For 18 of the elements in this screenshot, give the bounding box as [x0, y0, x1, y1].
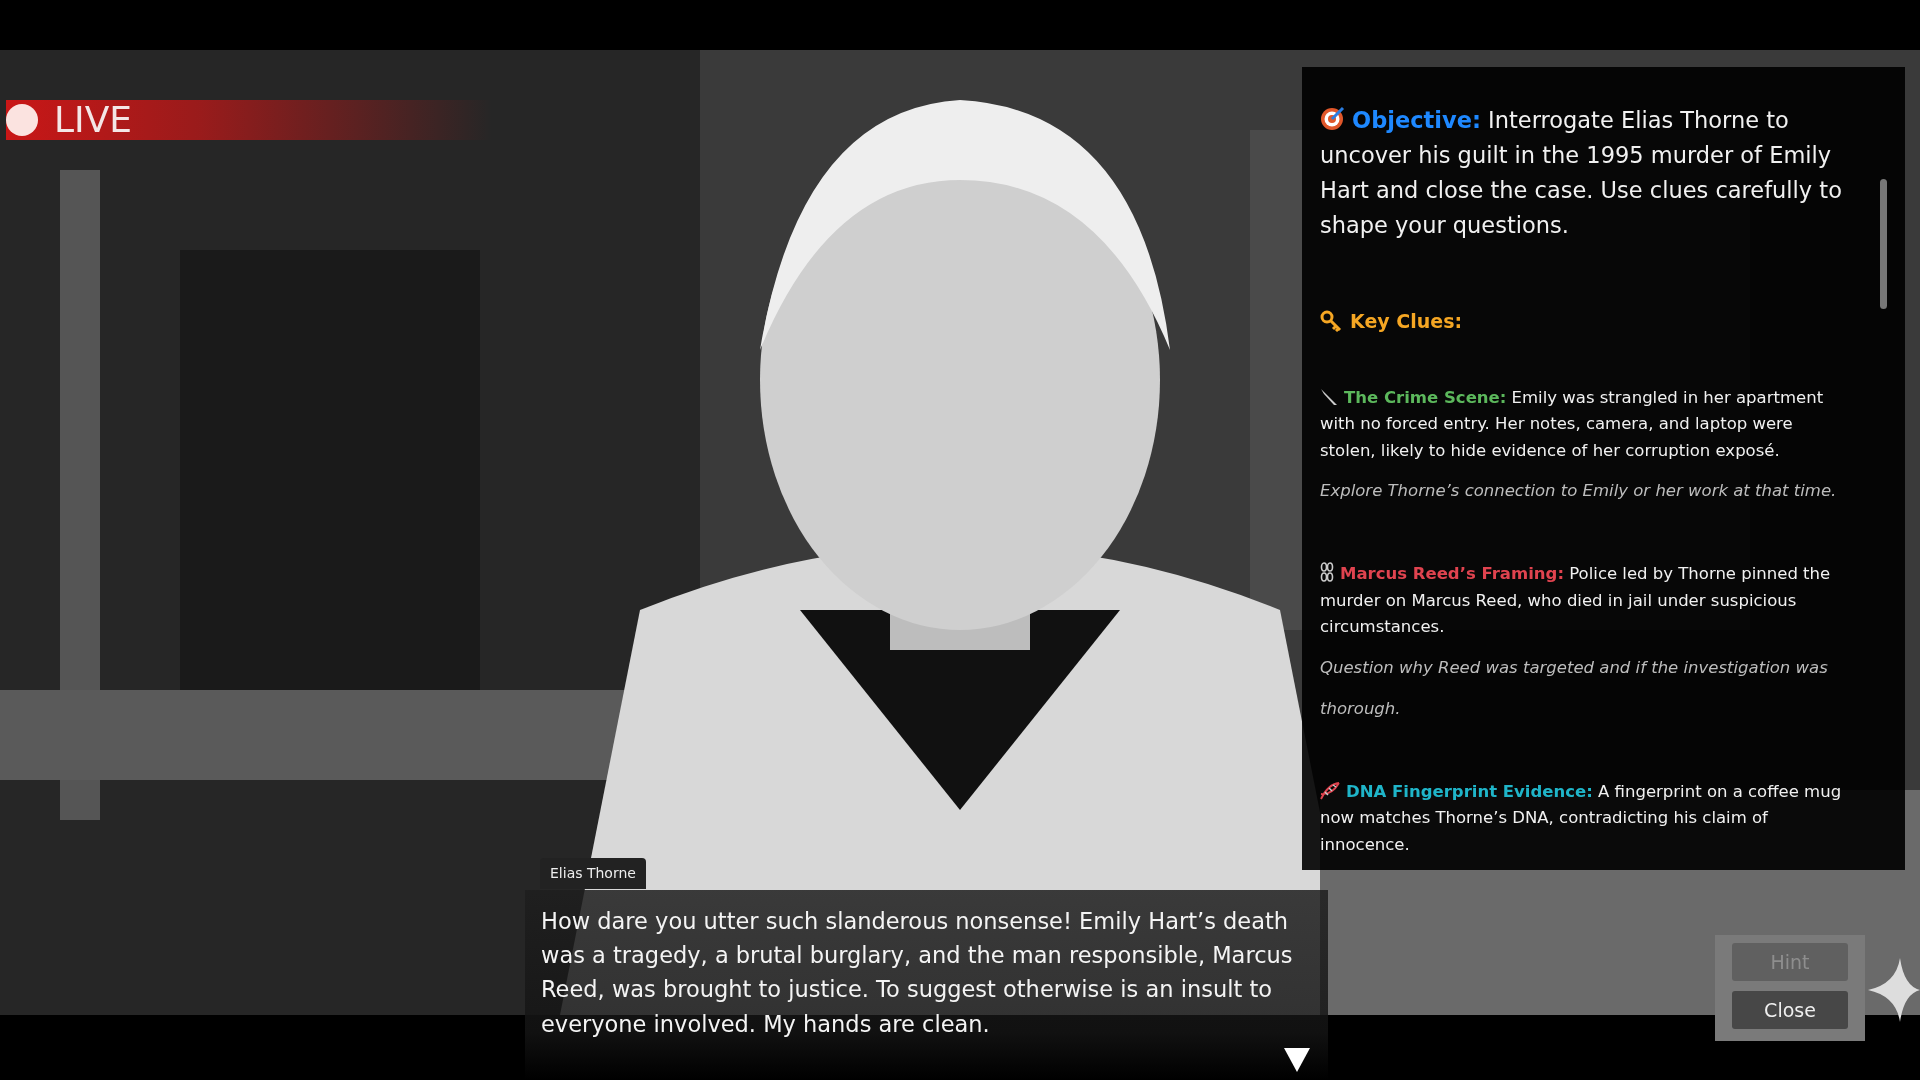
- clue-hint: Question why Reed was targeted and if the investigation was thorough.: [1320, 656, 1829, 720]
- clue-text: Marcus Reed’s Framing: Police led by Thorne pinned the murder on Marcus Reed, who died in jail under suspicious circumstances.: [1320, 561, 1832, 639]
- continue-arrow-icon[interactable]: [1283, 1047, 1311, 1073]
- clue-text: The Crime Scene: Emily was strangled in her apartment with no forced entry. Her notes, camera, and laptop were stolen, likely to hide evidence of her corruption exposé.: [1320, 387, 1825, 462]
- live-label: LIVE: [54, 102, 133, 138]
- key-icon: [1320, 309, 1342, 332]
- dna-icon: [1320, 782, 1340, 801]
- sparkle-icon: [1868, 958, 1920, 1022]
- target-icon: [1320, 105, 1346, 131]
- knife-icon: [1320, 388, 1338, 406]
- clue-hint: Explore Thorne’s connection to Emily or her work at that time.: [1320, 480, 1838, 503]
- dialogue-text: How dare you utter such slanderous nonsense! Emily Hart’s death was a tragedy, a brutal burglary, and the man responsible, Marcus Reed, was brought to justice. To suggest otherwise is an insult to everyone involved. My hands are clean.: [541, 907, 1294, 1039]
- clue-text: DNA Fingerprint Evidence: A fingerprint on a coffee mug now matches Thorne’s DNA, contradicting his claim of innocence.: [1320, 781, 1843, 856]
- speaker-name: Elias Thorne: [540, 858, 646, 889]
- objective-text: Objective: Interrogate Elias Thorne to uncover his guilt in the 1995 murder of Emily Hart and close the case. Use clues carefully to shape your questions.: [1320, 104, 1843, 240]
- chain-icon: [1320, 562, 1334, 583]
- close-button[interactable]: Close: [1732, 991, 1848, 1029]
- key-clues-heading: Key Clues:: [1350, 308, 1463, 334]
